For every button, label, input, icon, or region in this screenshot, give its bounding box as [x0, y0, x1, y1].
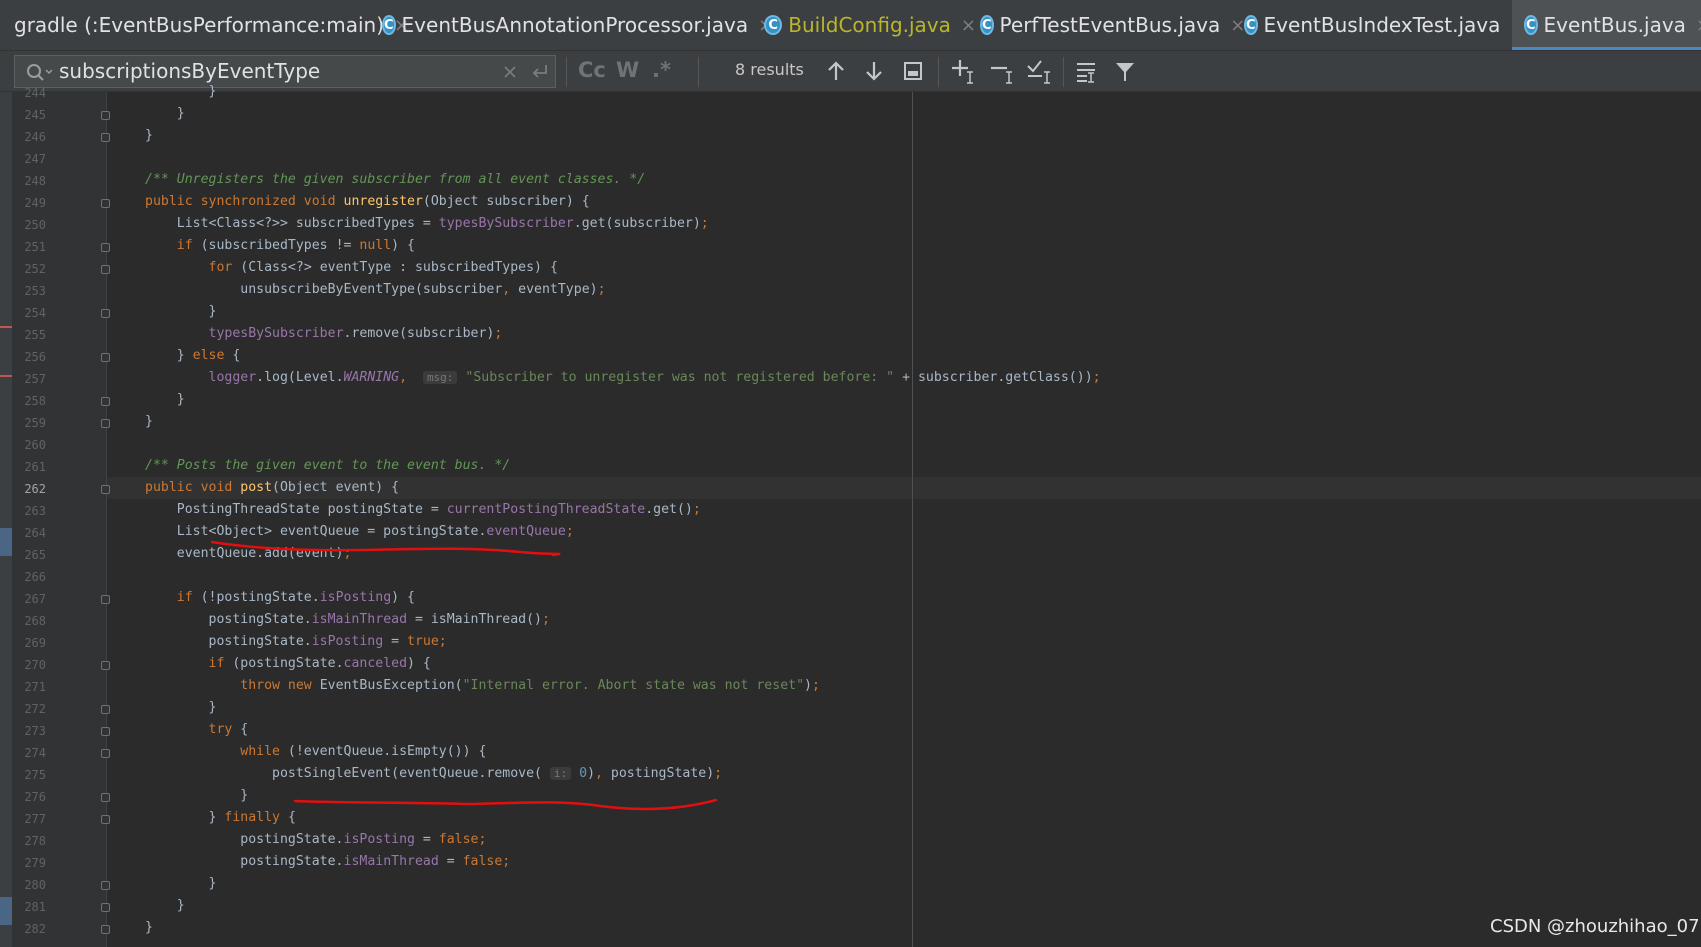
annotation-layer — [210, 540, 718, 811]
watermark: CSDN @zhouzhihao_07 — [1490, 916, 1700, 937]
red-underline-postsingleevent — [293, 798, 718, 811]
red-underline-eventqueue — [210, 540, 561, 557]
